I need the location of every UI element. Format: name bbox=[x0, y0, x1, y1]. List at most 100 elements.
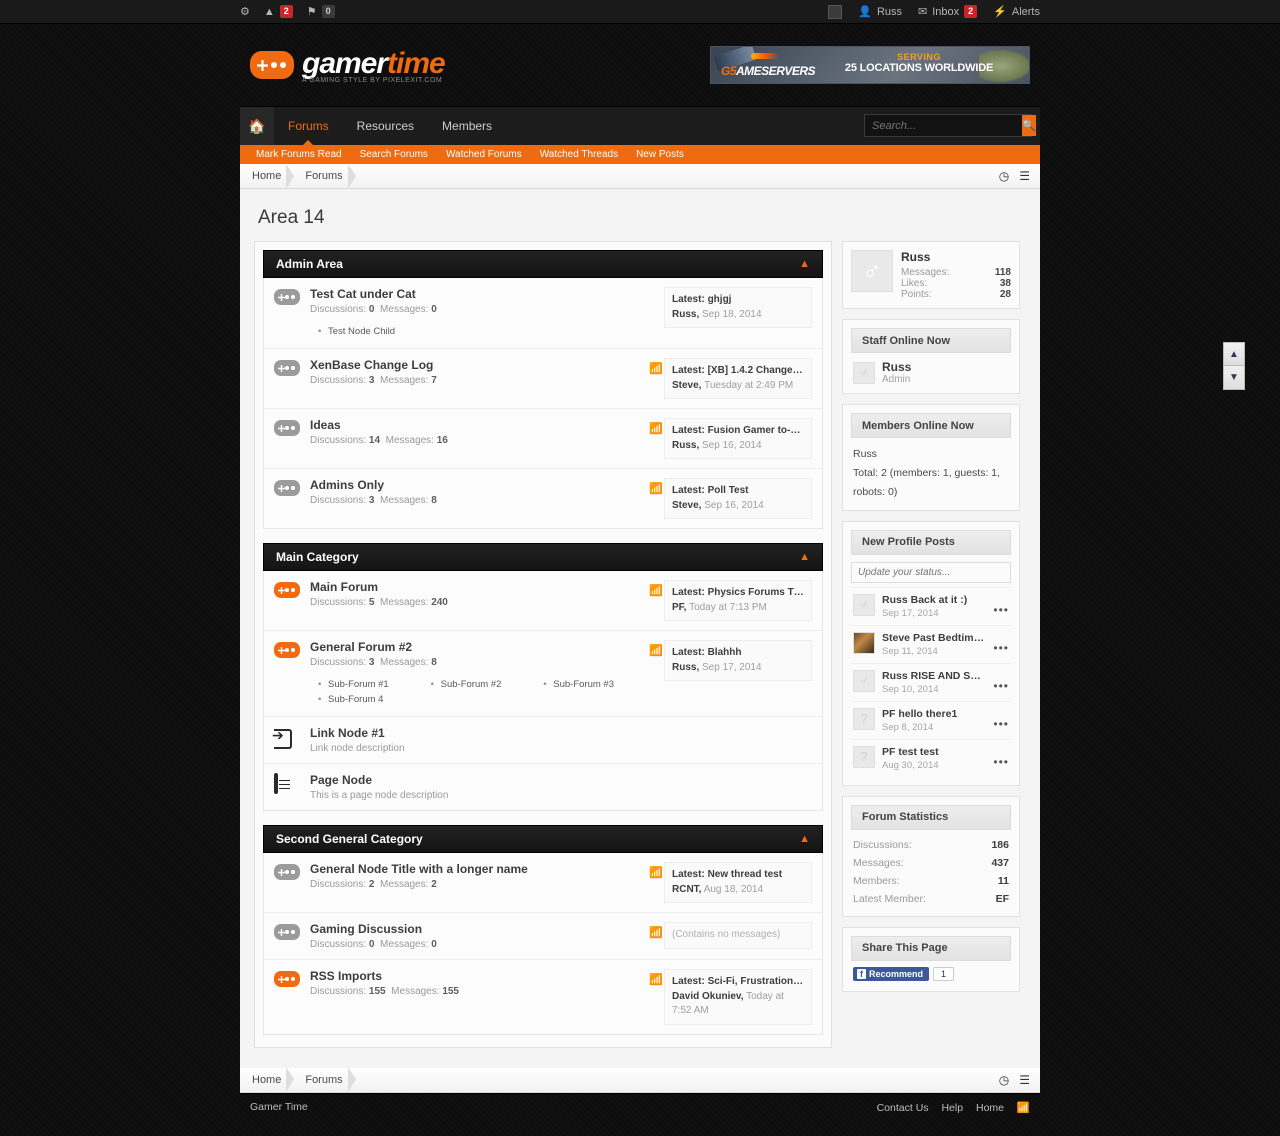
breadcrumb-home[interactable]: Home bbox=[240, 163, 295, 189]
hamburger-icon[interactable]: ☰ bbox=[1019, 169, 1030, 183]
forum-node-row[interactable]: Test Cat under Cat Discussions: 0 Messag… bbox=[264, 278, 822, 349]
category-header[interactable]: Main Category ▲ bbox=[263, 543, 823, 571]
search-input[interactable] bbox=[865, 115, 1022, 136]
footer-link-home[interactable]: Home bbox=[976, 1102, 1004, 1114]
avatar[interactable]: ♂ bbox=[853, 669, 875, 692]
hamburger-icon[interactable]: ☰ bbox=[1019, 1073, 1030, 1087]
profile-post-title[interactable]: PF hello there1 bbox=[882, 708, 986, 720]
last-post-title[interactable]: Latest: Physics Forums Thread bbox=[672, 586, 804, 601]
staff-name[interactable]: Russ bbox=[882, 360, 911, 374]
avatar[interactable]: ♂ bbox=[853, 631, 875, 654]
chevron-up-icon[interactable]: ▲ bbox=[799, 833, 810, 845]
gear-icon[interactable]: ⚙ bbox=[240, 5, 250, 18]
rss-icon[interactable]: 📶 bbox=[648, 862, 664, 879]
profile-post-title[interactable]: Russ RISE AND SHINE bbox=[882, 670, 986, 682]
scroll-up-button[interactable]: ▲ bbox=[1223, 342, 1245, 366]
tab-resources[interactable]: Resources bbox=[343, 107, 428, 145]
breadcrumb-forums[interactable]: Forums bbox=[293, 1067, 356, 1092]
node-title[interactable]: XenBase Change Log bbox=[310, 358, 648, 372]
scroll-down-button[interactable]: ▼ bbox=[1223, 366, 1245, 390]
list-item[interactable]: Sub-Forum #2 bbox=[423, 677, 536, 692]
rss-icon[interactable]: 📶 bbox=[648, 969, 664, 986]
tab-members[interactable]: Members bbox=[428, 107, 506, 145]
moderation-warning-item[interactable]: ▲ 2 bbox=[264, 5, 293, 18]
more-options-icon[interactable]: ••• bbox=[993, 755, 1009, 771]
footer-link-contact-us[interactable]: Contact Us bbox=[877, 1102, 929, 1114]
alerts-menu[interactable]: ⚡ Alerts bbox=[993, 5, 1040, 19]
node-title[interactable]: Gaming Discussion bbox=[310, 922, 648, 936]
forum-node-row[interactable]: Admins Only Discussions: 3 Messages: 8 📶 bbox=[264, 469, 822, 528]
forum-node-row[interactable]: General Forum #2 Discussions: 3 Messages… bbox=[264, 631, 822, 717]
list-item[interactable]: Sub-Forum #3 bbox=[535, 677, 648, 692]
stat-value[interactable]: EF bbox=[996, 893, 1009, 905]
tab-forums[interactable]: Forums bbox=[274, 107, 343, 145]
avatar-icon[interactable] bbox=[828, 4, 843, 19]
account-menu[interactable]: 👤 Russ bbox=[858, 5, 902, 19]
visitor-name[interactable]: Russ bbox=[901, 250, 1011, 264]
forum-node-row[interactable]: General Node Title with a longer name Di… bbox=[264, 853, 822, 913]
avatar[interactable]: ♂ bbox=[853, 361, 875, 384]
list-item[interactable]: ♂ Russ Back at it :) Sep 17, 2014 ••• bbox=[851, 586, 1011, 625]
latest-user[interactable]: RCNT, bbox=[672, 884, 701, 895]
inbox-menu[interactable]: ✉ Inbox 2 bbox=[918, 5, 978, 18]
category-header[interactable]: Second General Category ▲ bbox=[263, 825, 823, 853]
clock-icon[interactable]: ◷ bbox=[999, 1073, 1009, 1087]
node-title[interactable]: General Node Title with a longer name bbox=[310, 862, 648, 876]
rss-icon[interactable]: 📶 bbox=[648, 418, 664, 435]
site-logo[interactable]: gamertime A GAMING STYLE BY PIXELEXIT.CO… bbox=[250, 47, 446, 84]
last-post-title[interactable]: Latest: Sci-Fi, Frustrations, Flash An..… bbox=[672, 975, 804, 990]
node-title[interactable]: Test Cat under Cat bbox=[310, 287, 648, 301]
subnav-mark-forums-read[interactable]: Mark Forums Read bbox=[256, 149, 342, 160]
chevron-up-icon[interactable]: ▲ bbox=[799, 258, 810, 270]
facebook-recommend-button[interactable]: f Recommend bbox=[853, 966, 930, 981]
more-options-icon[interactable]: ••• bbox=[993, 679, 1009, 695]
footer-link-help[interactable]: Help bbox=[941, 1102, 963, 1114]
subnav-new-posts[interactable]: New Posts bbox=[636, 149, 684, 160]
rss-icon[interactable]: 📶 bbox=[648, 922, 664, 939]
avatar[interactable]: ♂ bbox=[851, 250, 893, 292]
link-node-row[interactable]: Link Node #1 Link node description bbox=[264, 717, 822, 764]
node-title[interactable]: Page Node bbox=[310, 773, 812, 787]
more-options-icon[interactable]: ••• bbox=[993, 641, 1009, 657]
profile-post-title[interactable]: PF test test bbox=[882, 746, 986, 758]
forum-node-row[interactable]: Ideas Discussions: 14 Messages: 16 📶 Lat… bbox=[264, 409, 822, 469]
subnav-search-forums[interactable]: Search Forums bbox=[360, 149, 428, 160]
list-item[interactable]: ? PF hello there1 Sep 8, 2014 ••• bbox=[851, 700, 1011, 739]
node-title[interactable]: Ideas bbox=[310, 418, 648, 432]
last-post-title[interactable]: Latest: New thread test bbox=[672, 868, 804, 883]
subnav-watched-threads[interactable]: Watched Threads bbox=[540, 149, 618, 160]
avatar[interactable]: ♂ bbox=[853, 593, 875, 616]
list-item[interactable]: Sub-Forum #1 bbox=[310, 677, 423, 692]
latest-user[interactable]: David Okuniev, bbox=[672, 991, 744, 1002]
list-item[interactable]: Sub-Forum 4 bbox=[310, 692, 423, 707]
reports-flag-item[interactable]: ⚑ 0 bbox=[307, 5, 335, 18]
ad-banner[interactable]: G5AMESERVERS SERVING 25 LOCATIONS WORLDW… bbox=[710, 46, 1030, 84]
list-item[interactable]: Test Node Child bbox=[310, 324, 423, 339]
status-input[interactable] bbox=[851, 561, 1011, 583]
node-title[interactable]: RSS Imports bbox=[310, 969, 648, 983]
clock-icon[interactable]: ◷ bbox=[999, 169, 1009, 183]
last-post-title[interactable]: Latest: Blahhh bbox=[672, 646, 804, 661]
list-item[interactable]: ♂ Russ RISE AND SHINE Sep 10, 2014 ••• bbox=[851, 662, 1011, 701]
list-item[interactable]: ? PF test test Aug 30, 2014 ••• bbox=[851, 738, 1011, 777]
forum-node-row[interactable]: Main Forum Discussions: 5 Messages: 240 … bbox=[264, 571, 822, 631]
rss-icon[interactable]: 📶 bbox=[648, 478, 664, 495]
rss-icon[interactable]: 📶 bbox=[648, 358, 664, 375]
forum-node-row[interactable]: XenBase Change Log Discussions: 3 Messag… bbox=[264, 349, 822, 409]
forum-node-row[interactable]: RSS Imports Discussions: 155 Messages: 1… bbox=[264, 960, 822, 1034]
home-icon[interactable]: 🏠 bbox=[240, 107, 274, 145]
latest-user[interactable]: Russ, bbox=[672, 309, 699, 320]
staff-member-row[interactable]: ♂ Russ Admin bbox=[851, 353, 1011, 385]
online-member-names[interactable]: Russ bbox=[853, 445, 1009, 464]
latest-user[interactable]: Russ, bbox=[672, 440, 699, 451]
avatar[interactable]: ? bbox=[853, 745, 875, 768]
rss-icon[interactable]: 📶 bbox=[648, 640, 664, 657]
category-header[interactable]: Admin Area ▲ bbox=[263, 250, 823, 278]
profile-post-title[interactable]: Russ Back at it :) bbox=[882, 594, 986, 606]
rss-icon[interactable]: 📶 bbox=[648, 580, 664, 597]
last-post-title[interactable]: Latest: ghjgj bbox=[672, 293, 804, 308]
rss-icon[interactable]: 📶 bbox=[1017, 1102, 1030, 1114]
subnav-watched-forums[interactable]: Watched Forums bbox=[446, 149, 522, 160]
latest-user[interactable]: Steve, bbox=[672, 380, 701, 391]
avatar[interactable]: ? bbox=[853, 707, 875, 730]
